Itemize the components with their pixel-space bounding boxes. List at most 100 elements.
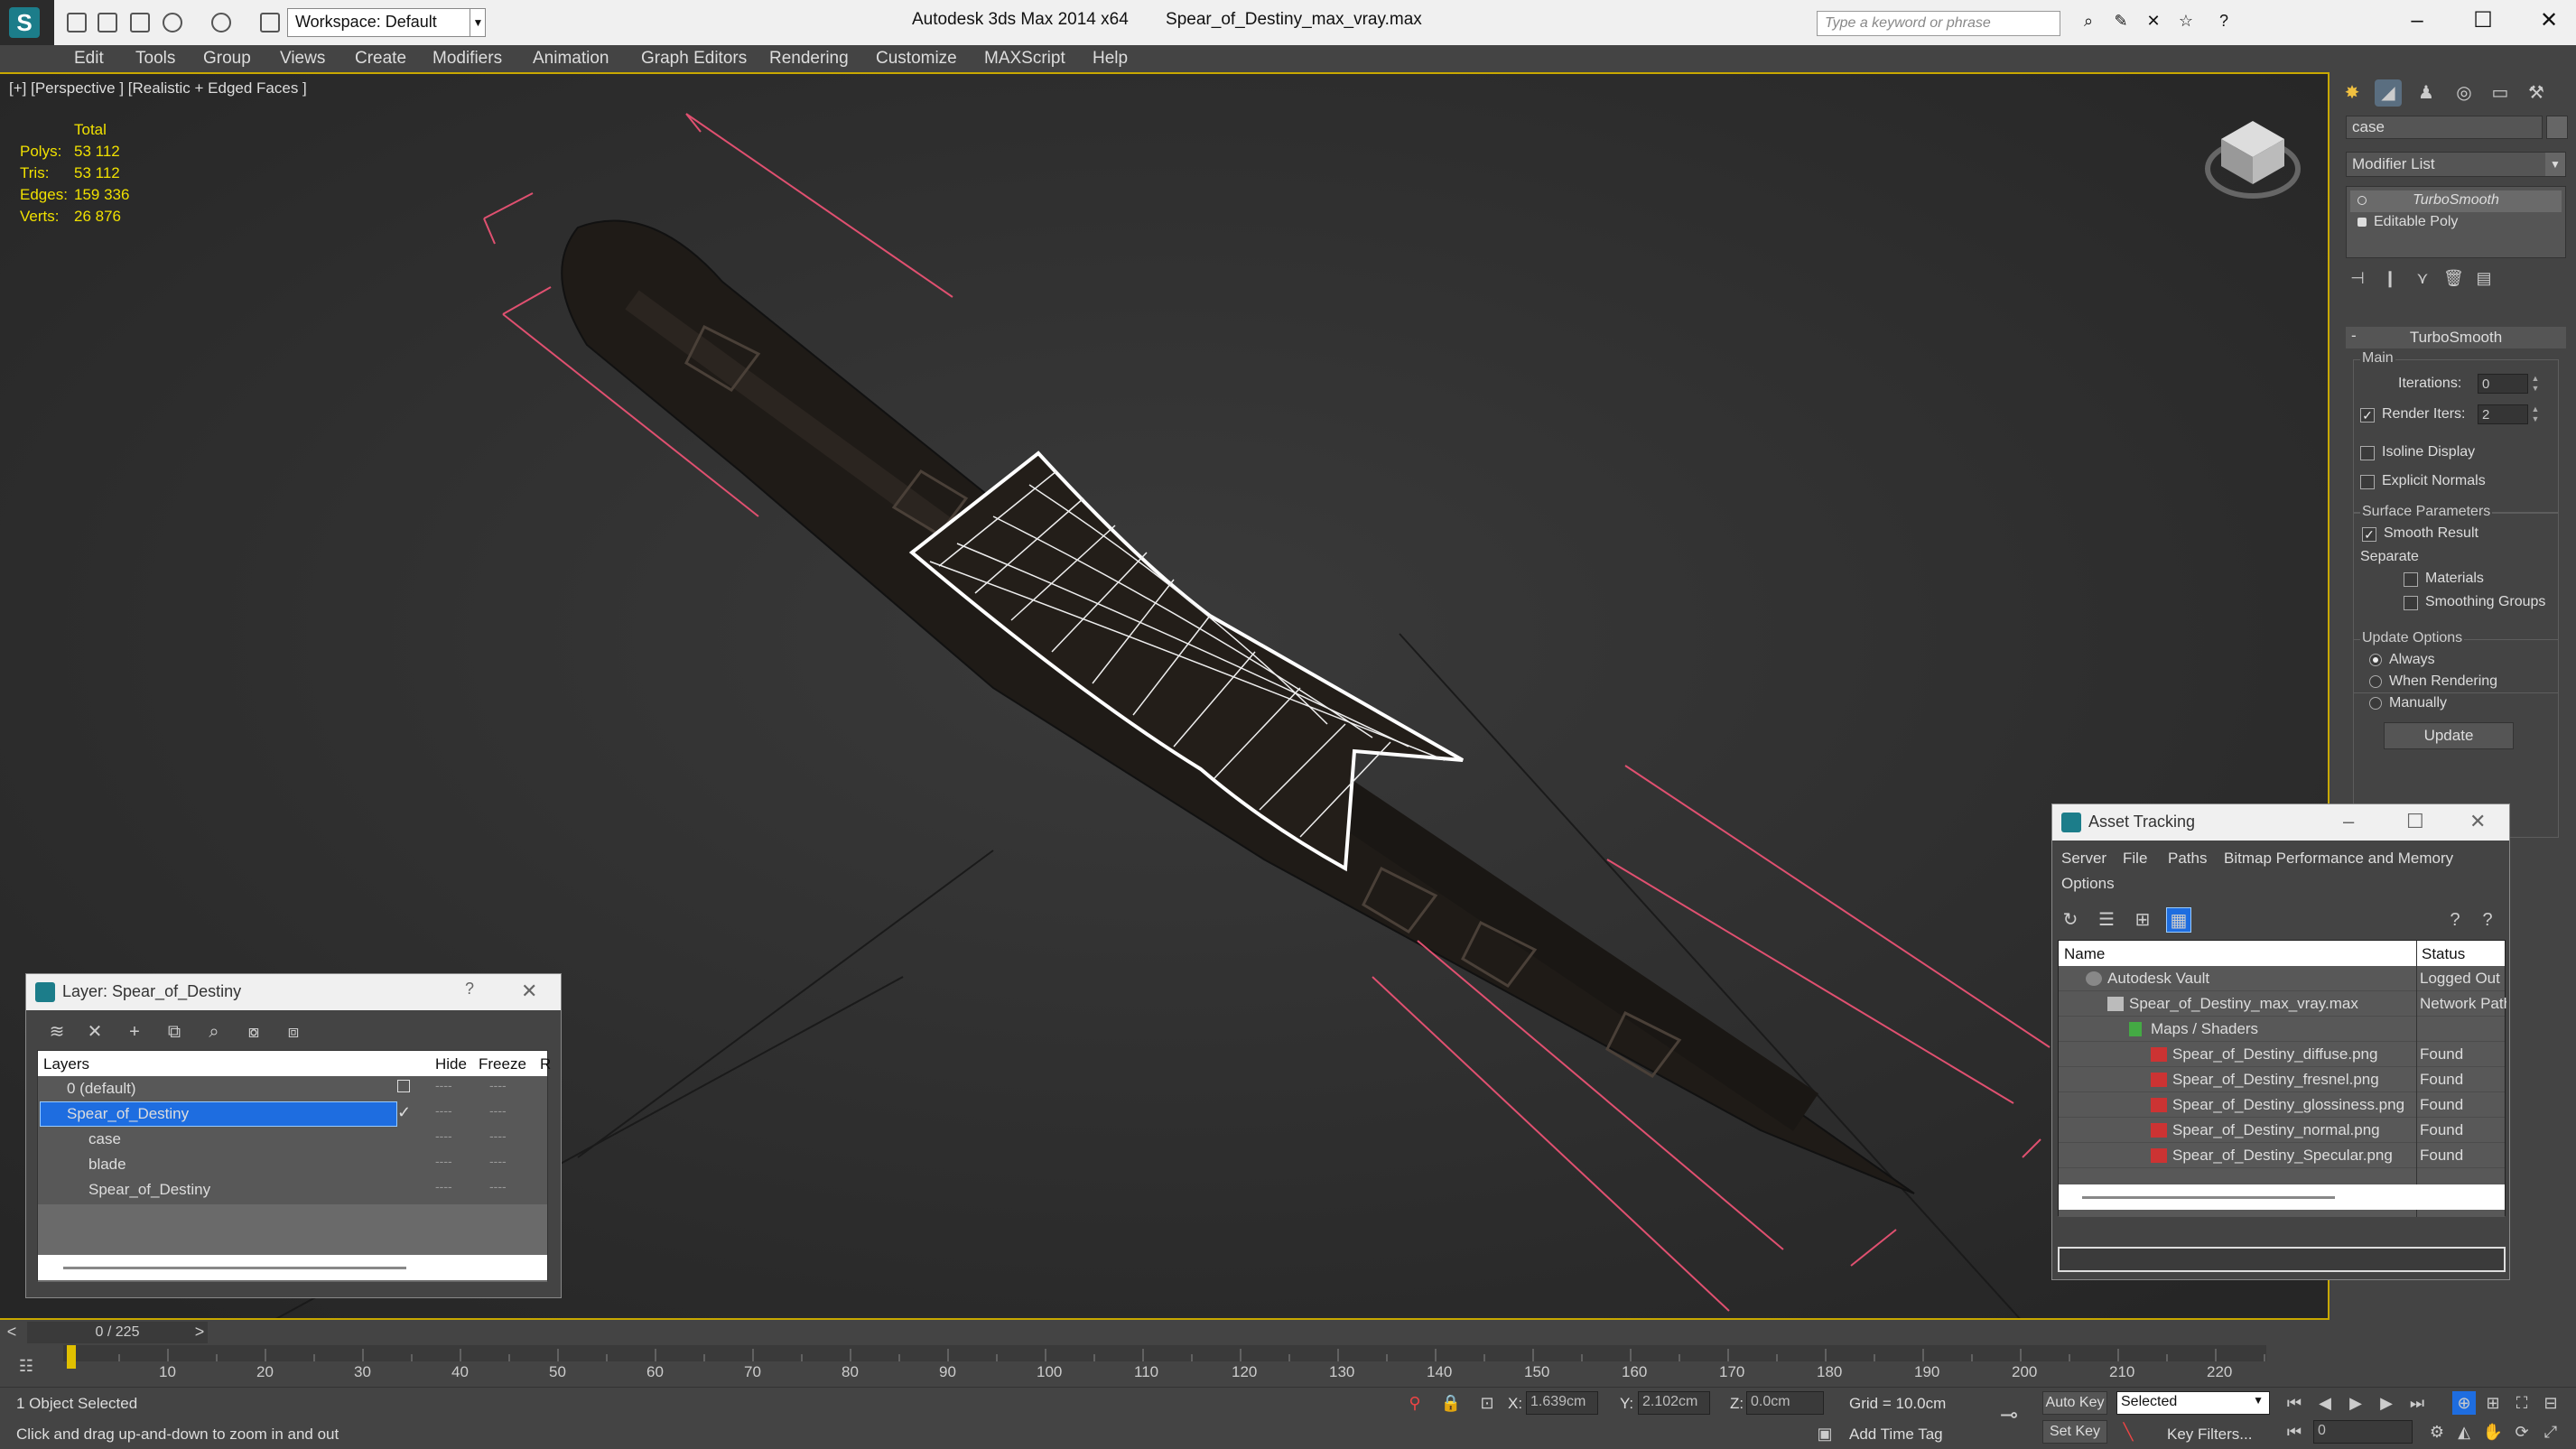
help-icon[interactable]: ?: [2442, 907, 2468, 933]
field-of-view-icon[interactable]: ◭: [2452, 1420, 2476, 1444]
maximize-button[interactable]: ☐: [2469, 7, 2497, 34]
help-button[interactable]: ?: [465, 980, 474, 999]
workspace-dropdown[interactable]: Workspace: Default: [287, 8, 486, 37]
menu-maxscript[interactable]: MAXScript: [984, 49, 1065, 69]
create-layer-icon[interactable]: ≋: [44, 1019, 70, 1045]
set-key-button[interactable]: Set Key: [2042, 1420, 2107, 1444]
current-layer-icon[interactable]: [397, 1080, 410, 1092]
pan-icon[interactable]: ✋: [2481, 1420, 2505, 1444]
viewport-label[interactable]: [+] [Perspective ] [Realistic + Edged Fa…: [9, 79, 307, 98]
play-icon[interactable]: ▶: [2344, 1391, 2367, 1415]
update-button[interactable]: Update: [2384, 722, 2514, 749]
asset-row-glossiness[interactable]: Spear_of_Destiny_glossiness.png Found: [2059, 1092, 2505, 1118]
display-tab-icon[interactable]: ▭: [2487, 79, 2514, 107]
col-name[interactable]: Name: [2064, 945, 2105, 963]
minimize-button[interactable]: –: [2404, 7, 2431, 34]
goto-end-icon[interactable]: ⏭: [2405, 1391, 2429, 1415]
asset-row-normal[interactable]: Spear_of_Destiny_normal.png Found: [2059, 1118, 2505, 1143]
zoom-extents-all-icon[interactable]: ⊟: [2539, 1391, 2562, 1415]
time-tag-icon[interactable]: ▣: [1813, 1422, 1837, 1445]
manually-radio[interactable]: [2369, 697, 2382, 710]
maximize-button[interactable]: ☐: [2406, 810, 2424, 833]
menu-bitmap-performance[interactable]: Bitmap Performance and Memory: [2224, 850, 2453, 868]
add-to-layer-icon[interactable]: +: [122, 1019, 147, 1045]
show-end-result-icon[interactable]: ❙: [2380, 269, 2400, 289]
menu-modifiers[interactable]: Modifiers: [432, 49, 502, 69]
freeze-all-icon[interactable]: ⧈: [281, 1019, 306, 1045]
time-slider-next-icon[interactable]: >: [188, 1320, 211, 1343]
menu-animation[interactable]: Animation: [533, 49, 609, 69]
layer-row-spear-of-destiny[interactable]: Spear_of_Destiny ✓ ---- ----: [38, 1101, 547, 1127]
binoculars-icon[interactable]: ⌕: [2075, 7, 2102, 34]
active-layer-check-icon[interactable]: ✓: [397, 1103, 411, 1122]
open-file-icon[interactable]: [98, 13, 117, 33]
key-icon[interactable]: ╲: [2116, 1420, 2140, 1444]
menu-server[interactable]: Server: [2061, 850, 2106, 868]
explicit-normals-checkbox[interactable]: [2360, 475, 2375, 489]
lightbulb-icon[interactable]: [2357, 196, 2367, 205]
render-iters-spinner[interactable]: 2: [2478, 404, 2528, 424]
mini-curve-editor-icon[interactable]: ☷: [14, 1354, 38, 1378]
new-file-icon[interactable]: [67, 13, 87, 33]
expand-icon[interactable]: [2357, 218, 2367, 227]
project-folder-icon[interactable]: [260, 13, 280, 33]
asset-row-specular[interactable]: Spear_of_Destiny_Specular.png Found: [2059, 1143, 2505, 1168]
modify-tab-icon[interactable]: ◢: [2375, 79, 2402, 107]
layer-row-blade[interactable]: blade ---- ----: [38, 1152, 547, 1177]
time-configuration-icon[interactable]: ⚙: [2425, 1420, 2449, 1444]
menu-options[interactable]: Options: [2061, 875, 2115, 893]
object-name-input[interactable]: case: [2346, 116, 2543, 139]
pin-stack-icon[interactable]: ⊣: [2348, 269, 2367, 289]
orbit-icon[interactable]: ⟳: [2510, 1420, 2534, 1444]
time-slider-prev-icon[interactable]: <: [0, 1320, 23, 1343]
remove-modifier-icon[interactable]: 🗑: [2443, 269, 2464, 289]
col-status[interactable]: Status: [2422, 945, 2465, 963]
z-coordinate-field[interactable]: 0.0cm: [1746, 1391, 1824, 1415]
menu-rendering[interactable]: Rendering: [769, 49, 849, 69]
asset-row-diffuse[interactable]: Spear_of_Destiny_diffuse.png Found: [2059, 1042, 2505, 1067]
current-frame-field[interactable]: 0: [2313, 1420, 2413, 1444]
key-selection-dropdown[interactable]: Selected ▼: [2116, 1391, 2270, 1415]
col-hide[interactable]: Hide: [435, 1055, 467, 1073]
close-button[interactable]: ✕: [2535, 7, 2562, 34]
stack-item-turbosmooth[interactable]: TurboSmooth: [2350, 190, 2562, 212]
asset-row-fresnel[interactable]: Spear_of_Destiny_fresnel.png Found: [2059, 1067, 2505, 1092]
delete-layer-icon[interactable]: ✕: [82, 1019, 107, 1045]
modifier-list-dropdown[interactable]: Modifier List ▼: [2346, 152, 2566, 177]
menu-group[interactable]: Group: [203, 49, 251, 69]
stack-item-editable-poly[interactable]: Editable Poly: [2350, 212, 2562, 234]
absolute-mode-icon[interactable]: ⊡: [1475, 1391, 1499, 1415]
layer-row-default[interactable]: 0 (default) ---- ----: [38, 1076, 547, 1101]
asset-row-vault[interactable]: Autodesk Vault Logged Out: [2059, 966, 2505, 991]
add-time-tag[interactable]: Add Time Tag: [1849, 1426, 1943, 1444]
help-icon[interactable]: ?: [2210, 7, 2237, 34]
set-key-mode-icon[interactable]: ⊸: [1997, 1404, 2021, 1427]
key-mode-toggle-icon[interactable]: ⏮: [2283, 1420, 2306, 1444]
asset-row-max-file[interactable]: Spear_of_Destiny_max_vray.max Network Pat…: [2059, 991, 2506, 1017]
exchange-icon[interactable]: ✕: [2140, 7, 2167, 34]
favorites-star-icon[interactable]: ☆: [2172, 7, 2199, 34]
zoom-extents-icon[interactable]: ⛶: [2510, 1391, 2534, 1415]
utilities-tab-icon[interactable]: ⚒: [2523, 79, 2550, 107]
col-freeze[interactable]: Freeze: [479, 1055, 526, 1073]
when-rendering-radio[interactable]: [2369, 675, 2382, 688]
smoothing-groups-checkbox[interactable]: [2404, 596, 2418, 610]
zoom-all-icon[interactable]: ⊞: [2481, 1391, 2505, 1415]
table-view-icon[interactable]: ▦: [2166, 907, 2191, 933]
chevron-down-icon[interactable]: ▼: [470, 8, 486, 37]
col-render[interactable]: R: [540, 1055, 551, 1073]
asset-path-field[interactable]: [2058, 1247, 2506, 1272]
zoom-icon[interactable]: ⊕: [2452, 1391, 2476, 1415]
smooth-result-checkbox[interactable]: ✓: [2362, 527, 2376, 542]
communication-center-icon[interactable]: ✎: [2107, 7, 2134, 34]
previous-frame-icon[interactable]: ◀: [2313, 1391, 2337, 1415]
key-filters-button[interactable]: Key Filters...: [2167, 1426, 2252, 1444]
list-view-icon[interactable]: ☰: [2094, 907, 2119, 933]
minimize-button[interactable]: –: [2343, 810, 2354, 833]
menu-help[interactable]: Help: [1093, 49, 1128, 69]
asset-row-maps-shaders[interactable]: Maps / Shaders: [2059, 1017, 2505, 1042]
menu-edit[interactable]: Edit: [74, 49, 104, 69]
app-menu-button[interactable]: S: [0, 0, 54, 45]
layer-row-case[interactable]: case ---- ----: [38, 1127, 547, 1152]
search-input[interactable]: Type a keyword or phrase: [1817, 11, 2060, 36]
